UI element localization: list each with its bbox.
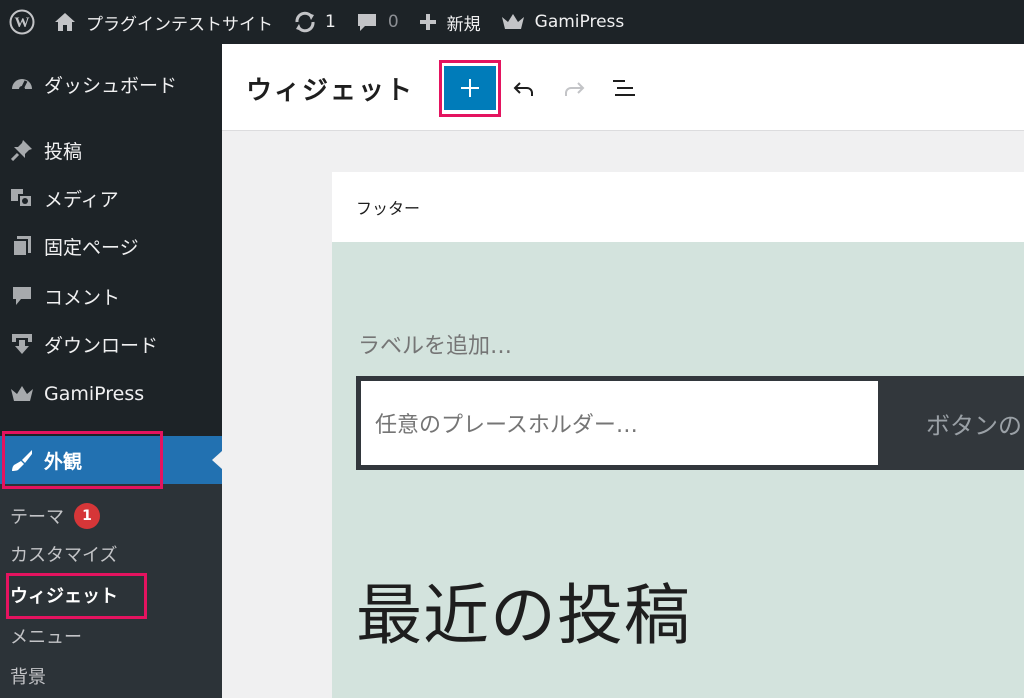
widget-area-header[interactable]: フッター xyxy=(332,172,1024,242)
menu-label: コメント xyxy=(44,286,121,309)
paintbrush-icon xyxy=(12,450,32,471)
search-input[interactable]: 任意のプレースホルダー… xyxy=(361,381,878,465)
widget-area-name: フッター xyxy=(356,199,421,218)
comments-count: 0 xyxy=(387,12,399,32)
menu-item-media[interactable]: メディア xyxy=(0,174,222,222)
admin-bar: W プラグインテストサイト 1 0 新規 GamiPress xyxy=(0,0,1024,44)
menu-label: メディア xyxy=(44,188,119,211)
gamipress-label: GamiPress xyxy=(534,12,625,32)
menu-item-posts[interactable]: 投稿 xyxy=(0,126,222,174)
editor-header: ウィジェット xyxy=(222,44,1024,131)
crown-icon xyxy=(11,386,33,401)
recent-posts-heading[interactable]: 最近の投稿 xyxy=(356,562,691,658)
menu-item-gamipress[interactable]: GamiPress xyxy=(0,370,222,418)
submenu-label: テーマ xyxy=(10,507,64,528)
update-badge: 1 xyxy=(74,503,100,529)
search-button-label: ボタンの xyxy=(926,411,1022,440)
refresh-icon xyxy=(295,11,315,33)
undo-button[interactable] xyxy=(506,70,542,106)
list-view-button[interactable] xyxy=(606,70,642,106)
submenu-label: メニュー xyxy=(10,627,82,648)
menu-label: 外観 xyxy=(44,450,83,473)
widget-area-footer: フッター ラベルを追加… 任意のプレースホルダー… ボタンの 最近の投稿 xyxy=(332,172,1024,698)
menu-item-pages[interactable]: 固定ページ xyxy=(0,222,222,270)
comment-bubble-icon xyxy=(357,14,376,31)
menu-label: 投稿 xyxy=(44,140,83,163)
dashboard-icon xyxy=(12,79,32,92)
menu-label: GamiPress xyxy=(44,383,145,405)
wordpress-logo-button[interactable]: W xyxy=(0,0,44,44)
plus-icon xyxy=(419,14,436,30)
menu-label: 固定ページ xyxy=(44,236,139,259)
submenu-item-widgets[interactable]: ウィジェット xyxy=(10,580,118,610)
pages-icon xyxy=(12,236,31,257)
undo-icon xyxy=(513,82,533,96)
search-block: 任意のプレースホルダー… ボタンの xyxy=(356,376,1024,470)
download-icon xyxy=(12,334,32,354)
current-menu-arrow xyxy=(212,451,222,469)
page-title: ウィジェット xyxy=(246,76,415,106)
updates-count: 1 xyxy=(325,12,336,32)
updates-link[interactable]: 1 xyxy=(283,0,346,44)
comment-icon xyxy=(13,287,31,305)
submenu-item-background[interactable]: 背景 xyxy=(10,661,46,691)
list-view-icon xyxy=(613,80,635,96)
submenu-label: カスタマイズ xyxy=(10,545,118,566)
add-block-button[interactable] xyxy=(444,66,496,110)
menu-item-dashboard[interactable]: ダッシュボード xyxy=(0,60,222,108)
admin-sidebar: ダッシュボード 投稿 メディア 固定ページ コメント ダウンロード GamiPr… xyxy=(0,44,222,698)
new-content-link[interactable]: 新規 xyxy=(409,0,491,44)
menu-item-downloads[interactable]: ダウンロード xyxy=(0,320,222,368)
home-icon xyxy=(55,13,75,31)
search-button[interactable]: ボタンの xyxy=(926,376,1022,470)
submenu-label: ウィジェット xyxy=(10,586,118,607)
submenu-item-menus[interactable]: メニュー xyxy=(10,621,82,651)
menu-label: ダッシュボード xyxy=(44,74,178,97)
submenu-item-customize[interactable]: カスタマイズ xyxy=(10,539,117,569)
appearance-submenu: テーマ 1 カスタマイズ ウィジェット メニュー 背景 xyxy=(0,484,222,698)
site-name-link[interactable]: プラグインテストサイト xyxy=(44,0,283,44)
plus-icon xyxy=(461,79,479,97)
pin-icon xyxy=(11,140,32,161)
menu-item-appearance[interactable]: 外観 xyxy=(0,436,222,484)
wordpress-icon: W xyxy=(9,9,35,35)
search-block-label[interactable]: ラベルを追加… xyxy=(358,328,512,360)
site-name: プラグインテストサイト xyxy=(86,14,273,35)
submenu-item-themes[interactable]: テーマ 1 xyxy=(10,501,100,531)
menu-item-comments[interactable]: コメント xyxy=(0,272,222,320)
submenu-label: 背景 xyxy=(10,667,46,688)
svg-text:W: W xyxy=(15,15,30,31)
redo-button[interactable] xyxy=(556,70,592,106)
redo-icon xyxy=(565,82,585,96)
menu-label: ダウンロード xyxy=(44,334,159,357)
comments-link[interactable]: 0 xyxy=(346,0,409,44)
new-label: 新規 xyxy=(446,14,481,35)
gamipress-link[interactable]: GamiPress xyxy=(491,0,635,44)
widgets-canvas: フッター ラベルを追加… 任意のプレースホルダー… ボタンの 最近の投稿 xyxy=(222,131,1024,698)
crown-icon xyxy=(501,14,524,29)
media-icon xyxy=(11,189,33,208)
search-placeholder: 任意のプレースホルダー… xyxy=(375,413,638,438)
